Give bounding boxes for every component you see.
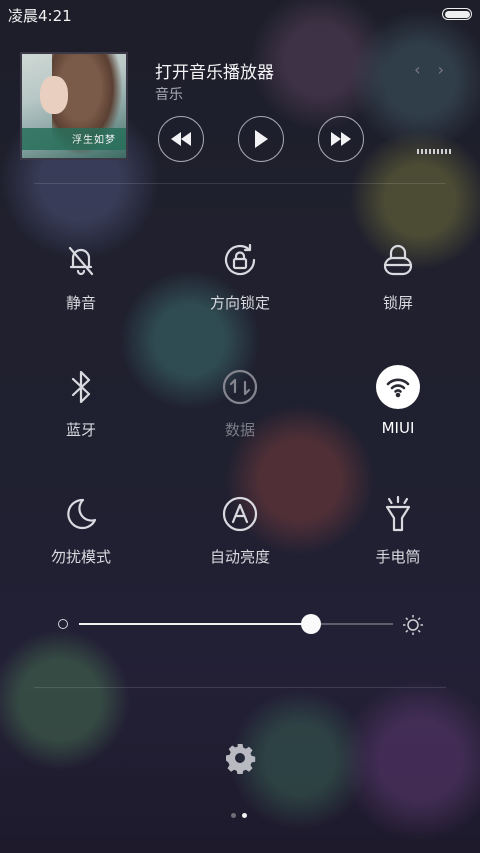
flashlight-icon <box>376 492 420 536</box>
gear-icon <box>226 744 256 775</box>
brightness-high-icon <box>402 614 424 636</box>
brightness-slider-fill <box>79 623 312 625</box>
status-time: 凌晨4:21 <box>8 7 72 25</box>
toggle-lock-screen[interactable]: 锁屏 <box>338 238 458 318</box>
auto-brightness-icon <box>218 492 262 536</box>
toggle-label-wifi: MIUI <box>381 419 415 437</box>
toggle-rotation-lock[interactable]: 方向锁定 <box>180 238 300 318</box>
music-subtitle: 音乐 <box>155 87 183 103</box>
toggle-auto-brightness[interactable]: 自动亮度 <box>180 492 300 572</box>
music-nav-arrows[interactable]: ‹ › <box>414 60 450 79</box>
toggle-do-not-disturb[interactable]: 勿扰模式 <box>21 492 141 572</box>
toggle-label-lock-screen: 锁屏 <box>382 294 413 312</box>
previous-icon <box>171 132 191 146</box>
lock-icon <box>376 238 420 282</box>
rotation-lock-icon <box>218 238 262 282</box>
page-indicator <box>231 813 251 819</box>
toggle-label-mute: 静音 <box>65 294 96 312</box>
previous-button[interactable] <box>158 116 204 162</box>
music-title[interactable]: 打开音乐播放器 <box>155 58 274 83</box>
battery-icon <box>442 8 472 20</box>
page-dot <box>231 813 236 818</box>
play-button[interactable] <box>238 116 284 162</box>
toggle-wifi[interactable]: MIUI <box>338 365 458 445</box>
toggle-flashlight[interactable]: 手电筒 <box>338 492 458 572</box>
equalizer-indicator <box>417 149 451 154</box>
status-bar: 凌晨4:21 <box>0 0 480 28</box>
toggle-label-rotation-lock: 方向锁定 <box>209 294 270 312</box>
divider-top <box>34 183 446 184</box>
next-button[interactable] <box>318 116 364 162</box>
bluetooth-icon <box>59 365 103 409</box>
moon-icon <box>59 492 103 536</box>
brightness-low-icon <box>58 619 68 629</box>
toggle-label-bluetooth: 蓝牙 <box>65 421 96 439</box>
brightness-slider[interactable] <box>79 614 393 634</box>
wifi-icon <box>376 365 420 409</box>
brightness-slider-thumb[interactable] <box>301 614 322 634</box>
settings-button[interactable] <box>224 742 256 775</box>
toggle-label-auto-brightness: 自动亮度 <box>209 548 270 566</box>
toggle-label-mobile-data: 数据 <box>224 421 255 439</box>
divider-bottom <box>34 687 446 688</box>
toggle-label-do-not-disturb: 勿扰模式 <box>50 548 111 566</box>
bell-off-icon <box>59 238 103 282</box>
toggle-mute[interactable]: 静音 <box>21 238 141 318</box>
mobile-data-icon <box>218 365 262 409</box>
toggle-mobile-data[interactable]: 数据 <box>180 365 300 445</box>
album-art[interactable]: 浮生如梦 <box>20 52 128 160</box>
toggle-label-flashlight: 手电筒 <box>375 548 421 566</box>
toggle-bluetooth[interactable]: 蓝牙 <box>21 365 141 445</box>
next-icon <box>331 132 351 146</box>
play-icon <box>255 130 268 148</box>
album-caption: 浮生如梦 <box>72 135 116 146</box>
page-dot <box>242 813 247 818</box>
